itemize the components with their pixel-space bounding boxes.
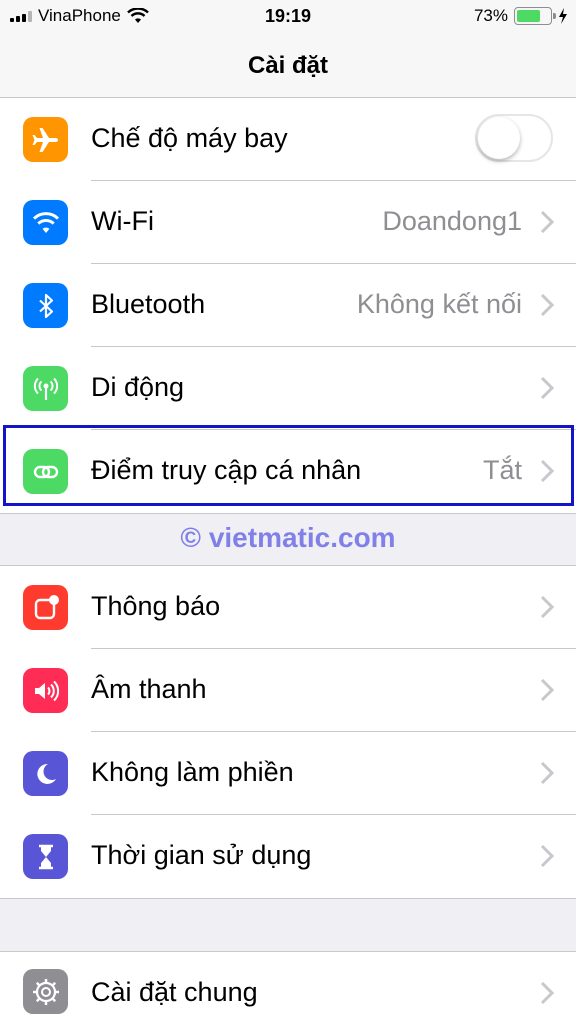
- notifications-icon: [23, 585, 68, 630]
- airplane-icon: [23, 117, 68, 162]
- chevron-right-icon: [540, 678, 554, 702]
- chevron-right-icon: [540, 844, 554, 868]
- settings-group-notifications: Thông báo Âm thanh Không làm phiền Thời …: [0, 565, 576, 899]
- chevron-right-icon: [540, 981, 554, 1005]
- cellular-icon: [23, 366, 68, 411]
- row-wifi[interactable]: Wi-Fi Doandong1: [0, 181, 576, 264]
- sounds-label: Âm thanh: [91, 674, 207, 704]
- chevron-right-icon: [540, 293, 554, 317]
- chevron-right-icon: [540, 761, 554, 785]
- airplane-mode-label: Chế độ máy bay: [91, 123, 288, 153]
- row-notifications[interactable]: Thông báo: [0, 566, 576, 649]
- do-not-disturb-label: Không làm phiền: [91, 757, 294, 787]
- notifications-label: Thông báo: [91, 591, 221, 621]
- bluetooth-label: Bluetooth: [91, 289, 206, 319]
- row-airplane-mode[interactable]: Chế độ máy bay: [0, 98, 576, 181]
- page-title: Cài đặt: [247, 52, 328, 79]
- sound-icon: [23, 668, 68, 713]
- battery-percent: 73%: [473, 6, 508, 25]
- wifi-label: Wi-Fi: [91, 206, 154, 236]
- charging-icon: [559, 8, 567, 24]
- navigation-bar: Cài đặt: [0, 34, 576, 98]
- chevron-right-icon: [540, 376, 554, 400]
- general-label: Cài đặt chung: [91, 977, 258, 1007]
- row-screen-time[interactable]: Thời gian sử dụng: [0, 815, 576, 898]
- cellular-label: Di động: [91, 372, 185, 402]
- row-cellular[interactable]: Di động: [0, 347, 576, 430]
- row-bluetooth[interactable]: Bluetooth Không kết nối: [0, 264, 576, 347]
- settings-group-general: Cài đặt chung: [0, 951, 576, 1024]
- battery-fill: [517, 10, 541, 22]
- bluetooth-status-value: Không kết nối: [356, 289, 522, 319]
- airplane-mode-toggle[interactable]: [475, 114, 553, 162]
- status-right: 73%: [474, 6, 568, 26]
- wifi-icon: [23, 200, 68, 245]
- highlight-box: [3, 425, 574, 506]
- moon-icon: [23, 751, 68, 796]
- watermark: © vietmatic.com: [180, 522, 396, 553]
- row-sounds[interactable]: Âm thanh: [0, 649, 576, 732]
- chevron-right-icon: [540, 210, 554, 234]
- screen-time-label: Thời gian sử dụng: [91, 840, 312, 870]
- wifi-network-value: Doandong1: [382, 206, 522, 236]
- chevron-right-icon: [540, 595, 554, 619]
- status-bar: VinaPhone 19:19 73%: [0, 0, 576, 34]
- battery-icon: [514, 7, 556, 25]
- row-general[interactable]: Cài đặt chung: [0, 952, 576, 1024]
- row-do-not-disturb[interactable]: Không làm phiền: [0, 732, 576, 815]
- bluetooth-icon: [23, 283, 68, 328]
- toggle-knob: [478, 117, 520, 159]
- hourglass-icon: [23, 834, 68, 879]
- gear-icon: [23, 969, 68, 1014]
